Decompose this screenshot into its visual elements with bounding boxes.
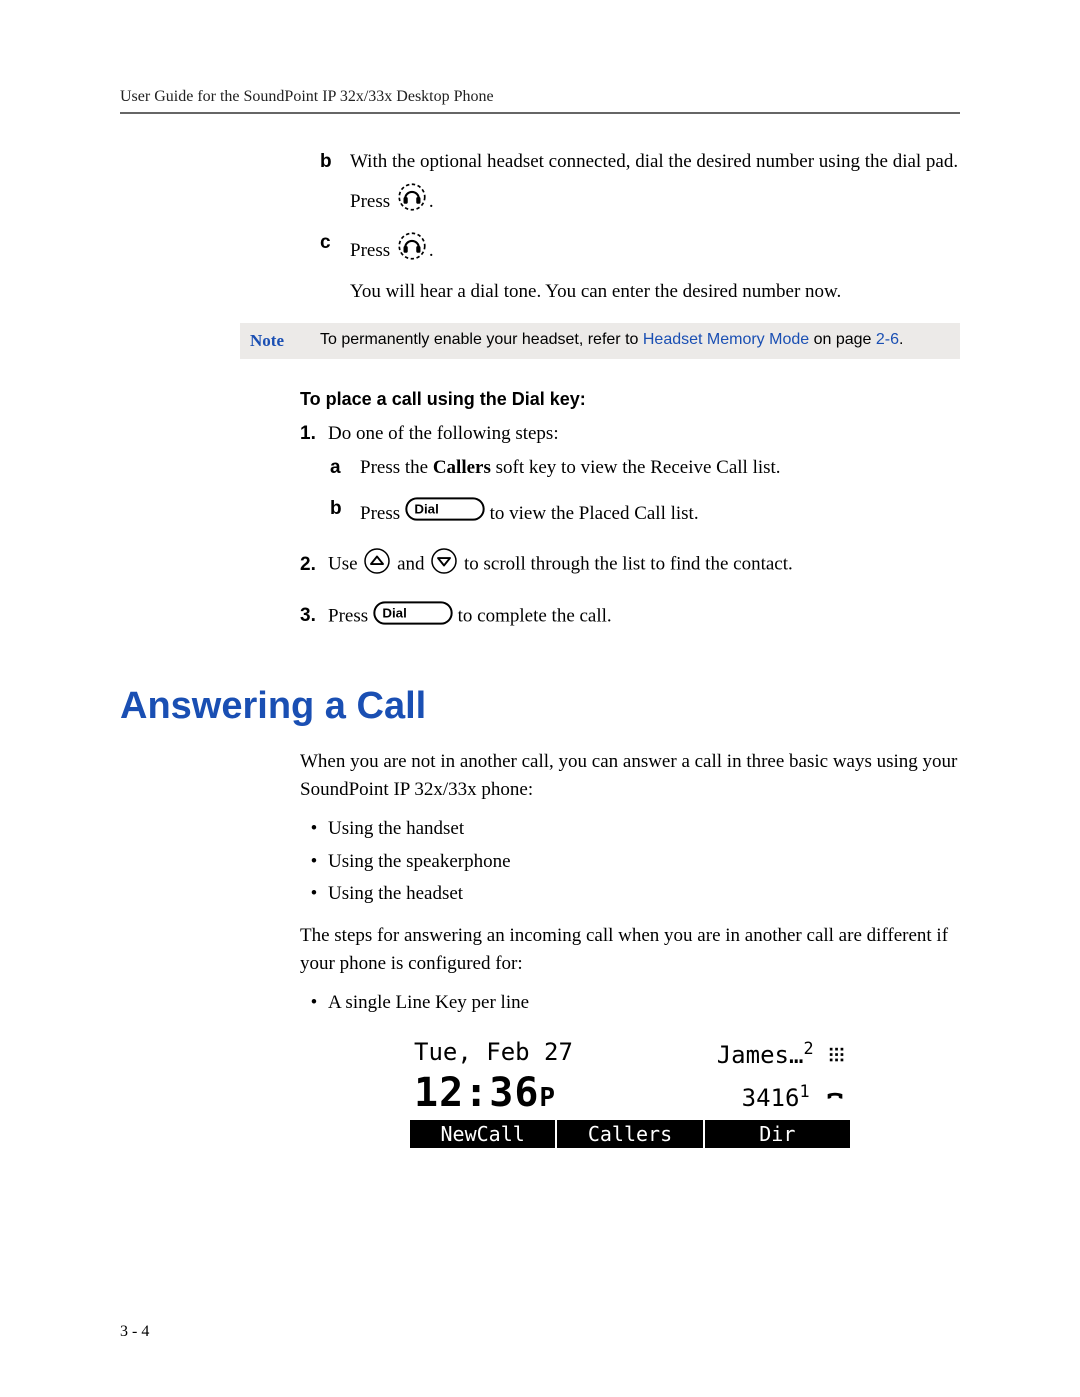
lcd-softkeys: NewCall Callers Dir <box>410 1120 850 1148</box>
step-b: b With the optional headset connected, d… <box>320 148 960 176</box>
lcd-date: Tue, Feb 27 <box>414 1038 573 1070</box>
answering-body: When you are not in another call, you ca… <box>300 748 960 1147</box>
headset-icon <box>395 180 429 225</box>
step-1b: b Press to view the Placed Call list. <box>330 495 960 534</box>
answering-a-call-heading: Answering a Call <box>120 685 960 728</box>
step-1b-marker: b <box>330 495 360 523</box>
press-period: . <box>429 239 434 260</box>
step-1-text: Do one of the following steps: <box>328 423 559 444</box>
softkey-dir: Dir <box>705 1120 850 1148</box>
page-number: 3 - 4 <box>120 1323 149 1341</box>
step-b-text: With the optional headset connected, dia… <box>350 148 960 176</box>
dial-key-icon <box>405 495 485 534</box>
step-b-marker: b <box>320 148 350 176</box>
step-c-marker: c <box>320 229 350 257</box>
answering-para2: The steps for answering an incoming call… <box>300 922 960 977</box>
lcd-time: 12:36P <box>414 1070 556 1116</box>
running-header: User Guide for the SoundPoint IP 32x/33x… <box>120 88 960 106</box>
step-2: 2.Use and to scroll through the list to … <box>300 546 960 585</box>
answering-bullets: •Using the handset •Using the speakerpho… <box>300 813 960 910</box>
answering-intro: When you are not in another call, you ca… <box>300 748 960 803</box>
step-1-num: 1. <box>300 420 328 448</box>
dial-key-heading: To place a call using the Dial key: <box>300 389 960 410</box>
list-item: •Using the handset <box>300 813 960 845</box>
phone-lcd: Tue, Feb 27 James…2 12:36P 34161 <box>300 1038 960 1148</box>
step-3-num: 3. <box>300 602 328 630</box>
answering-bullets-2: •A single Line Key per line <box>300 987 960 1019</box>
keypad-icon <box>828 1042 846 1070</box>
step-1a: a Press the Callers soft key to view the… <box>330 454 960 482</box>
header-rule <box>120 112 960 114</box>
note-text: To permanently enable your headset, refe… <box>320 331 950 349</box>
press-period: . <box>429 190 434 211</box>
softkey-newcall: NewCall <box>410 1120 555 1148</box>
dial-key-section: To place a call using the Dial key: 1.Do… <box>300 389 960 635</box>
arrow-down-icon <box>429 546 459 585</box>
note-callout: Note To permanently enable your headset,… <box>240 323 960 359</box>
headset-icon <box>395 229 429 274</box>
step-b-press: Press . <box>320 180 960 225</box>
followup-text: You will hear a dial tone. You can enter… <box>350 278 960 306</box>
page-ref-link[interactable]: 2-6 <box>876 331 899 348</box>
phone-icon <box>824 1085 846 1113</box>
lcd-name: James…2 <box>717 1038 846 1070</box>
lcd-extension: 34161 <box>742 1081 846 1113</box>
step-1a-marker: a <box>330 454 360 482</box>
step-3: 3.Press to complete the call. <box>300 599 960 636</box>
list-item: •A single Line Key per line <box>300 987 960 1019</box>
step-2-num: 2. <box>300 551 328 579</box>
headset-memory-mode-link[interactable]: Headset Memory Mode <box>643 331 809 348</box>
step-block-1: b With the optional headset connected, d… <box>320 148 960 305</box>
step-c-followup: You will hear a dial tone. You can enter… <box>320 278 960 306</box>
callers-bold: Callers <box>433 457 491 478</box>
document-page: User Guide for the SoundPoint IP 32x/33x… <box>0 0 1080 1397</box>
press-label: Press <box>350 239 390 260</box>
note-label: Note <box>250 331 320 351</box>
dial-key-icon <box>373 599 453 636</box>
press-label: Press <box>350 190 390 211</box>
step-1b-after: to view the Placed Call list. <box>485 503 699 524</box>
arrow-up-icon <box>362 546 392 585</box>
softkey-callers: Callers <box>557 1120 702 1148</box>
list-item: •Using the headset <box>300 878 960 910</box>
press-label: Press <box>360 503 400 524</box>
step-c: c Press . <box>320 229 960 274</box>
step-1: 1.Do one of the following steps: <box>300 420 960 448</box>
list-item: •Using the speakerphone <box>300 846 960 878</box>
